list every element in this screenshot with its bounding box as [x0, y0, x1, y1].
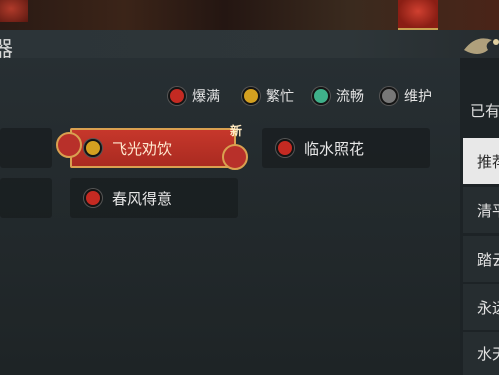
lantern-decoration-left — [0, 0, 28, 22]
game-logo-icon — [464, 38, 499, 54]
sidebar-tab-label: 推荐 — [477, 152, 499, 171]
status-dot-busy — [242, 87, 260, 105]
legend-item-smooth: 流畅 — [312, 86, 364, 106]
status-dot-full — [168, 87, 186, 105]
legend-item-maintenance: 维护 — [380, 86, 432, 106]
status-dot-full — [276, 139, 294, 157]
sidebar-tab[interactable]: 踏云 — [463, 236, 499, 282]
sidebar-tab-label: 永远 — [477, 298, 499, 317]
server-card[interactable]: 临水照花 — [262, 128, 430, 168]
sidebar-tab-label: 清平 — [477, 201, 499, 220]
legend-item-full: 爆满 — [168, 86, 220, 106]
server-card-selected[interactable]: 飞光劝饮 新 — [56, 124, 248, 170]
status-dot-maintenance — [380, 87, 398, 105]
cloud-ornament-icon — [56, 132, 82, 158]
status-dot-busy — [84, 139, 102, 157]
sidebar-header: 已有 — [470, 102, 499, 120]
panel-header-bar — [0, 30, 499, 58]
cloud-ornament-icon — [222, 144, 248, 170]
sidebar-tab[interactable]: 清平 — [463, 187, 499, 233]
server-card-offscreen[interactable] — [0, 128, 52, 168]
sidebar-tab-recommended[interactable]: 推荐 — [463, 138, 499, 184]
new-badge: 新 — [229, 124, 242, 138]
server-name: 飞光劝饮 — [112, 139, 173, 158]
sidebar-tab-label: 水天 — [477, 345, 499, 363]
lantern-decoration — [398, 0, 438, 31]
server-card[interactable]: 春风得意 — [70, 178, 238, 218]
legend-label: 维护 — [404, 89, 432, 105]
sidebar-tab-label: 踏云 — [477, 250, 499, 269]
sidebar-tab[interactable]: 永远 — [463, 284, 499, 330]
panel-title: 器 — [0, 37, 13, 61]
legend-item-busy: 繁忙 — [242, 86, 294, 106]
sidebar-tab[interactable]: 水天 — [463, 332, 499, 375]
status-dot-full — [84, 189, 102, 207]
server-name: 春风得意 — [112, 189, 173, 208]
server-name: 临水照花 — [304, 139, 365, 158]
status-dot-smooth — [312, 87, 330, 105]
legend-label: 繁忙 — [266, 89, 294, 105]
legend-label: 爆满 — [192, 89, 220, 105]
server-card-offscreen[interactable] — [0, 178, 52, 218]
legend-label: 流畅 — [336, 89, 364, 105]
